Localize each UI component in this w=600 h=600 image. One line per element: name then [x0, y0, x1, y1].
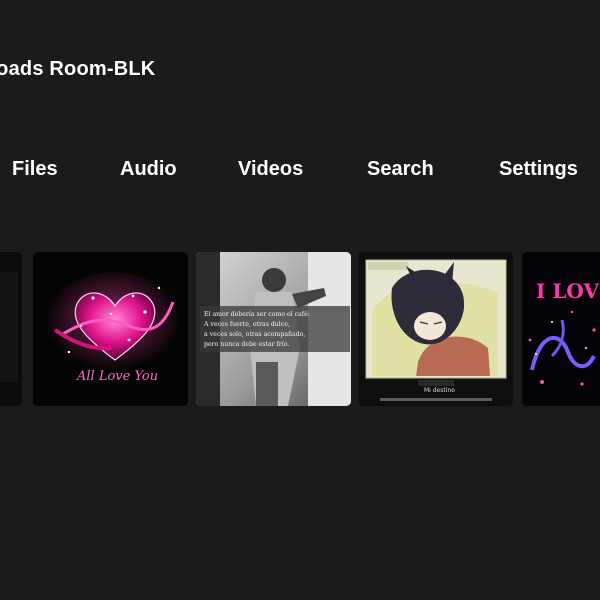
svg-text:El amor debería ser como el ca: El amor debería ser como el café:	[204, 311, 310, 318]
svg-text:Mi destino: Mi destino	[424, 387, 455, 394]
svg-text:I LOVE: I LOVE	[536, 279, 600, 303]
svg-text:A veces fuerte, otras dulce,: A veces fuerte, otras dulce,	[203, 321, 290, 328]
image-thumbnail-strip: All Love You El amor debería ser como el…	[0, 252, 600, 408]
thumbnail-partial[interactable]	[0, 252, 22, 406]
nav-audio[interactable]: Audio	[120, 158, 177, 181]
photo-with-text-icon: El amor debería ser como el café: A vece…	[196, 252, 351, 406]
svg-text:All Love You: All Love You	[76, 369, 158, 384]
nav-videos[interactable]: Videos	[238, 158, 303, 181]
thumbnail-photo-text[interactable]: El amor debería ser como el café: A vece…	[196, 252, 351, 406]
glitter-love-image-icon: I LOVE	[522, 252, 600, 406]
nav-search[interactable]: Search	[367, 158, 434, 181]
nav-files[interactable]: Files	[12, 158, 58, 181]
thumbnail-pink-heart[interactable]: All Love You	[33, 252, 188, 406]
svg-text:pero nunca debe estar frío.: pero nunca debe estar frío.	[204, 341, 289, 348]
main-nav: Files Audio Videos Search Settings	[0, 158, 600, 186]
anime-sketch-image-icon: Mi destino	[358, 252, 513, 406]
svg-text:a veces solo, otras acompañado: a veces solo, otras acompañado,	[204, 331, 305, 338]
image-thumbnail-icon	[0, 252, 22, 406]
thumbnail-glitter-love[interactable]: I LOVE	[522, 252, 600, 406]
app-window: ploads Room-BLK Files Audio Videos Searc…	[0, 0, 600, 600]
thumbnail-anime-sketch[interactable]: Mi destino	[358, 252, 513, 406]
page-title: ploads Room-BLK	[0, 58, 156, 80]
pink-heart-image-icon: All Love You	[33, 252, 188, 406]
nav-settings[interactable]: Settings	[499, 158, 578, 181]
